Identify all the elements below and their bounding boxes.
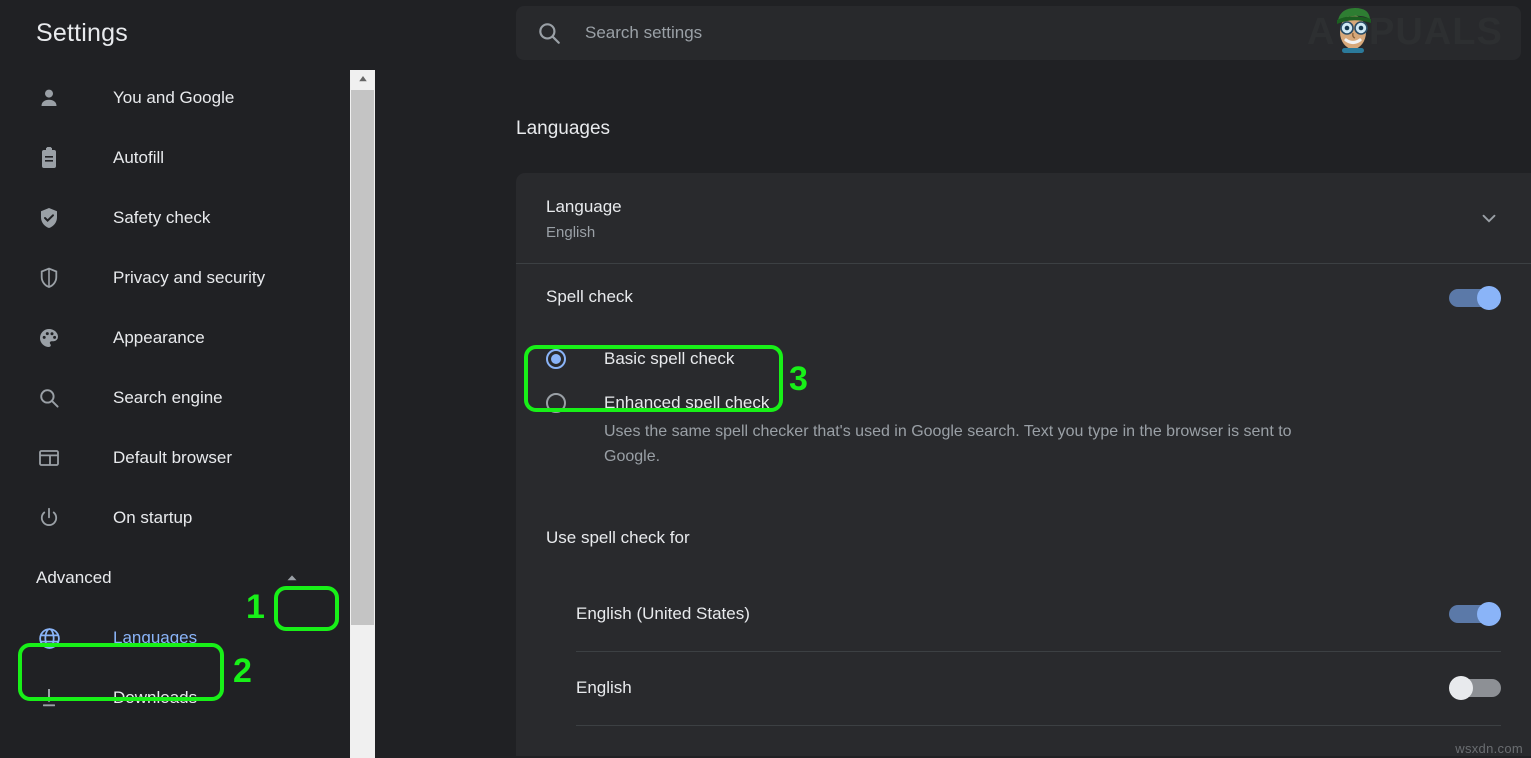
- clipboard-icon: [36, 145, 62, 171]
- languages-section-title: Languages: [516, 118, 610, 140]
- svg-text:A: A: [1307, 11, 1335, 53]
- sidebar-item-label: You and Google: [113, 88, 234, 108]
- spell-language-toggle[interactable]: [1449, 676, 1501, 700]
- sidebar-item-you-and-google[interactable]: You and Google: [0, 68, 348, 128]
- search-icon: [536, 20, 562, 46]
- sidebar-advanced-header[interactable]: Advanced: [0, 548, 348, 608]
- shield-check-icon: [36, 205, 62, 231]
- svg-text:PUALS: PUALS: [1369, 11, 1503, 53]
- use-spell-check-for-title: Use spell check for: [516, 528, 1531, 548]
- globe-icon: [36, 625, 62, 651]
- enhanced-spell-check-description: Uses the same spell checker that's used …: [604, 420, 1304, 470]
- sidebar-item-label: Default browser: [113, 448, 232, 468]
- spell-language-row: English: [576, 652, 1501, 725]
- sidebar-item-label: Downloads: [113, 688, 197, 708]
- download-icon: [36, 685, 62, 711]
- sidebar-item-label: Autofill: [113, 148, 164, 168]
- sidebar-item-appearance[interactable]: Appearance: [0, 308, 348, 368]
- spell-language-row: English (United States): [576, 578, 1501, 651]
- sidebar-item-privacy-and-security[interactable]: Privacy and security: [0, 248, 348, 308]
- watermark: wsxdn.com: [1455, 741, 1523, 756]
- settings-page: Settings A PUALS: [0, 0, 1531, 758]
- sidebar-item-label: Safety check: [113, 208, 210, 228]
- spell-check-options: Basic spell check Enhanced spell check U…: [516, 331, 1531, 480]
- sidebar-item-label: Privacy and security: [113, 268, 265, 288]
- chevron-down-icon: [1478, 207, 1500, 229]
- sidebar-item-safety-check[interactable]: Safety check: [0, 188, 348, 248]
- settings-main-content: Languages Language English Spell check: [375, 68, 1531, 758]
- sidebar-item-search-engine[interactable]: Search engine: [0, 368, 348, 428]
- sidebar-advanced-label: Advanced: [36, 568, 112, 588]
- language-row-texts: Language English: [546, 195, 1477, 241]
- spell-check-row: Spell check: [516, 264, 1531, 331]
- triangle-up-icon: [357, 73, 369, 85]
- browser-icon: [36, 445, 62, 471]
- person-icon: [36, 85, 62, 111]
- sidebar-item-label: On startup: [113, 508, 192, 528]
- enhanced-spell-check-radio[interactable]: Enhanced spell check Uses the same spell…: [546, 392, 1501, 470]
- shield-icon: [36, 265, 62, 291]
- page-title: Settings: [36, 19, 128, 48]
- sidebar-item-autofill[interactable]: Autofill: [0, 128, 348, 188]
- search-icon: [36, 385, 62, 411]
- scrollbar-thumb[interactable]: [351, 90, 374, 625]
- app-header: Settings A PUALS: [0, 0, 1531, 68]
- sidebar-item-label: Appearance: [113, 328, 205, 348]
- toggle-knob: [1449, 676, 1473, 700]
- sidebar-item-label: Search engine: [113, 388, 223, 408]
- chevron-up-icon: [283, 569, 301, 587]
- appuals-logo-mark: A PUALS: [1307, 4, 1523, 54]
- sidebar-item-on-startup[interactable]: On startup: [0, 488, 348, 548]
- sidebar-item-languages[interactable]: Languages: [0, 608, 348, 668]
- sidebar-item-default-browser[interactable]: Default browser: [0, 428, 348, 488]
- sidebar-scrollbar[interactable]: [350, 70, 375, 758]
- advanced-collapse-button[interactable]: [278, 564, 306, 592]
- spell-language-name: English: [576, 678, 1449, 698]
- basic-spell-check-radio[interactable]: Basic spell check: [546, 331, 1501, 386]
- power-icon: [36, 505, 62, 531]
- language-row-subtitle: English: [546, 224, 1477, 241]
- language-row[interactable]: Language English: [516, 173, 1531, 263]
- settings-sidebar: You and Google Autofill Safety check: [0, 68, 348, 758]
- languages-card: Language English Spell check: [516, 173, 1531, 756]
- spell-language-name: English (United States): [576, 604, 1449, 624]
- toggle-knob: [1477, 602, 1501, 626]
- sidebar-item-label: Languages: [113, 628, 197, 648]
- radio-indicator-selected: [546, 349, 566, 369]
- palette-icon: [36, 325, 62, 351]
- radio-indicator-unselected: [546, 393, 566, 413]
- spell-language-toggle[interactable]: [1449, 602, 1501, 626]
- scrollbar-up-button[interactable]: [350, 70, 375, 88]
- basic-spell-check-label: Basic spell check: [604, 349, 734, 369]
- enhanced-spell-check-label: Enhanced spell check: [604, 393, 769, 413]
- language-expand-button[interactable]: [1477, 206, 1501, 230]
- spell-check-title: Spell check: [546, 285, 1449, 310]
- toggle-knob: [1477, 286, 1501, 310]
- sidebar-item-downloads[interactable]: Downloads: [0, 668, 348, 728]
- appuals-logo: A PUALS: [1307, 4, 1523, 54]
- spell-check-toggle[interactable]: [1449, 286, 1501, 310]
- language-row-title: Language: [546, 195, 1477, 220]
